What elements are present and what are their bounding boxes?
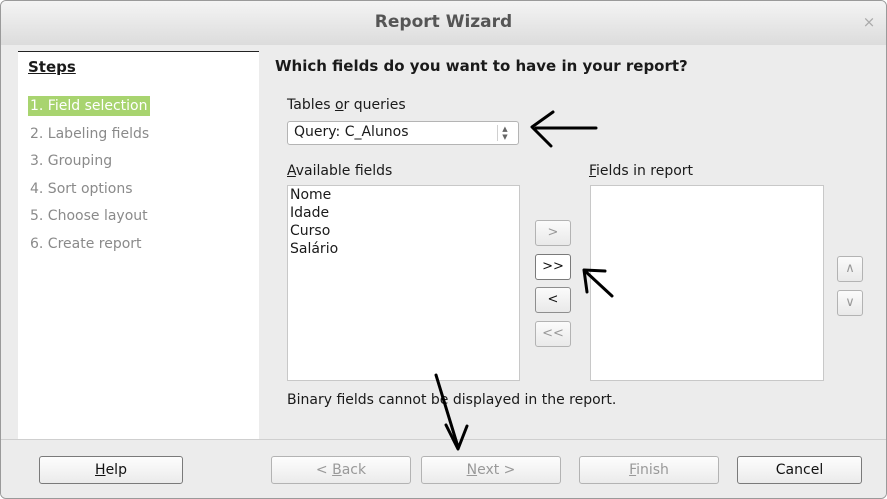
tables-queries-value: Query: C_Alunos [294,124,409,140]
next-button[interactable]: Next > [421,456,561,484]
finish-button[interactable]: Finish [579,456,719,484]
back-button[interactable]: < Back [271,456,411,484]
list-item[interactable]: Salário [290,240,338,259]
button-bar: Help < Back Next > Finish Cancel [1,439,886,498]
add-all-button[interactable]: >> [535,254,571,280]
remove-one-button[interactable]: < [535,287,571,313]
main-panel: Which fields do you want to have in your… [259,45,886,439]
binary-fields-note: Binary fields cannot be displayed in the… [287,392,617,408]
remove-all-button[interactable]: << [535,321,571,347]
fields-in-report-label: Fields in report [589,163,694,179]
tables-queries-select[interactable]: Query: C_Alunos ▲ ▼ [287,121,519,145]
close-icon[interactable]: × [862,15,876,30]
available-fields-label: Available fields [287,163,393,179]
steps-panel: Steps 1. Field selection 2. Labeling fie… [18,51,259,440]
title-bar: Report Wizard × [1,1,886,45]
move-up-button[interactable]: ∧ [837,256,863,282]
list-item[interactable]: Curso [290,222,330,241]
move-down-button[interactable]: ∨ [837,290,863,316]
add-one-button[interactable]: > [535,220,571,246]
report-wizard-window: Report Wizard × Steps 1. Field selection… [0,0,887,499]
fields-in-report-list[interactable] [590,185,824,381]
steps-heading: Steps [28,58,76,76]
window-title: Report Wizard [374,12,513,32]
step-grouping[interactable]: 3. Grouping [28,151,114,171]
step-labeling-fields[interactable]: 2. Labeling fields [28,124,151,144]
spinner-icon[interactable]: ▲ ▼ [497,125,512,141]
step-sort-options[interactable]: 4. Sort options [28,179,135,199]
list-item[interactable]: Idade [290,204,329,223]
help-button[interactable]: Help [39,456,183,484]
page-question: Which fields do you want to have in your… [275,57,688,75]
step-create-report[interactable]: 6. Create report [28,234,144,254]
tables-label: Tables or queries [287,97,406,113]
step-field-selection[interactable]: 1. Field selection [28,96,150,116]
available-fields-list[interactable]: Nome Idade Curso Salário [287,185,520,381]
list-item[interactable]: Nome [290,186,331,205]
cancel-button[interactable]: Cancel [737,456,862,484]
step-choose-layout[interactable]: 5. Choose layout [28,206,150,226]
